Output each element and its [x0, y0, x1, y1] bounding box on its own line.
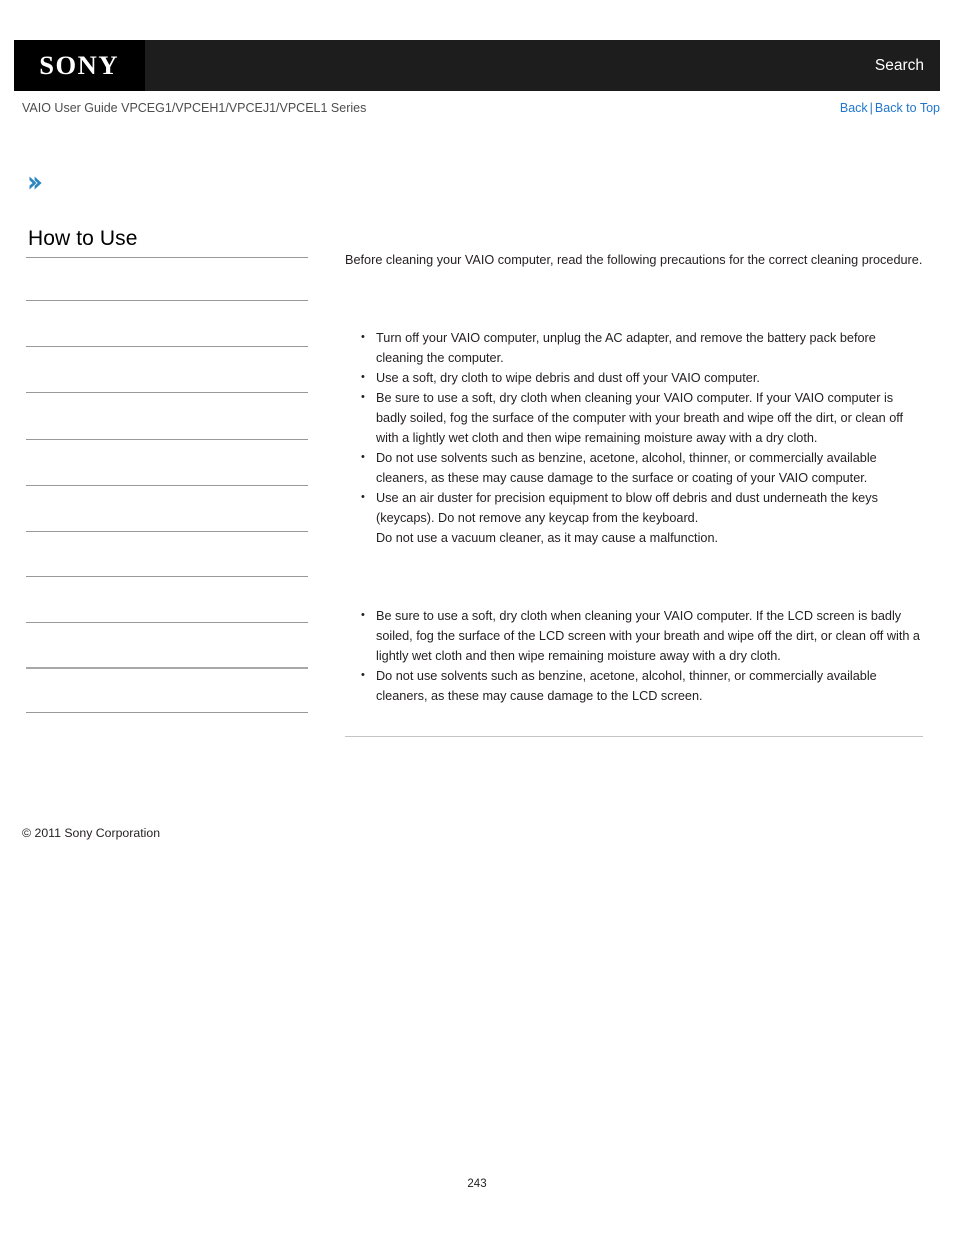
- breadcrumb: VAIO User Guide VPCEG1/VPCEH1/VPCEJ1/VPC…: [14, 101, 940, 123]
- sidebar-item-row-7[interactable]: [26, 577, 308, 622]
- back-link[interactable]: Back: [840, 101, 868, 115]
- computer-bullet-list: Turn off your VAIO computer, unplug the …: [345, 327, 925, 548]
- content-rule-spacer: [345, 706, 925, 736]
- search-link[interactable]: Search: [875, 40, 924, 91]
- list-item: Use an air duster for precision equipmen…: [345, 487, 925, 548]
- lcd-cleaning-section: Be sure to use a soft, dry cloth when cl…: [345, 590, 925, 706]
- list-item: Be sure to use a soft, dry cloth when cl…: [345, 387, 925, 448]
- lcd-section-heading: [345, 590, 925, 606]
- sidebar-item-row-3[interactable]: [26, 393, 308, 439]
- sidebar: How to Use: [26, 227, 308, 714]
- list-item: Use a soft, dry cloth to wipe debris and…: [345, 367, 925, 388]
- lcd-bullet-list: Be sure to use a soft, dry cloth when cl…: [345, 605, 925, 706]
- sidebar-item-row-0[interactable]: [26, 258, 308, 300]
- list-item: Turn off your VAIO computer, unplug the …: [345, 327, 925, 368]
- list-item: Be sure to use a soft, dry cloth when cl…: [345, 605, 925, 666]
- sidebar-divider: [26, 712, 308, 714]
- list-item: Do not use solvents such as benzine, ace…: [345, 665, 925, 706]
- chevron-right-icon[interactable]: [26, 174, 44, 192]
- page-number: 243: [467, 1178, 487, 1190]
- sidebar-item-row-5[interactable]: [26, 486, 308, 531]
- copyright-notice: © 2011 Sony Corporation: [22, 826, 161, 840]
- computer-cleaning-section: Turn off your VAIO computer, unplug the …: [345, 312, 925, 548]
- list-item: Do not use solvents such as benzine, ace…: [345, 447, 925, 488]
- nav-separator: |: [869, 101, 873, 115]
- computer-section-heading: [345, 312, 925, 328]
- content-divider: [345, 736, 923, 737]
- nav-links: Back | Back to Top: [840, 101, 940, 115]
- sidebar-item-row-9[interactable]: [26, 669, 308, 712]
- sony-logo: SONY: [39, 50, 120, 80]
- sidebar-item-row-1[interactable]: [26, 301, 308, 346]
- sidebar-item-row-8[interactable]: [26, 623, 308, 667]
- sony-logo-block[interactable]: SONY: [14, 40, 145, 91]
- sidebar-item-row-6[interactable]: [26, 532, 308, 576]
- site-header: SONY Search: [14, 40, 940, 91]
- intro-paragraph: Before cleaning your VAIO computer, read…: [345, 253, 923, 267]
- sidebar-item-row-2[interactable]: [26, 347, 308, 392]
- back-to-top-link[interactable]: Back to Top: [875, 101, 940, 115]
- page-title: VAIO User Guide VPCEG1/VPCEH1/VPCEJ1/VPC…: [22, 101, 367, 115]
- sidebar-item-row-4[interactable]: [26, 440, 308, 485]
- main-content: Before cleaning your VAIO computer, read…: [345, 250, 925, 737]
- sidebar-heading: How to Use: [28, 227, 138, 250]
